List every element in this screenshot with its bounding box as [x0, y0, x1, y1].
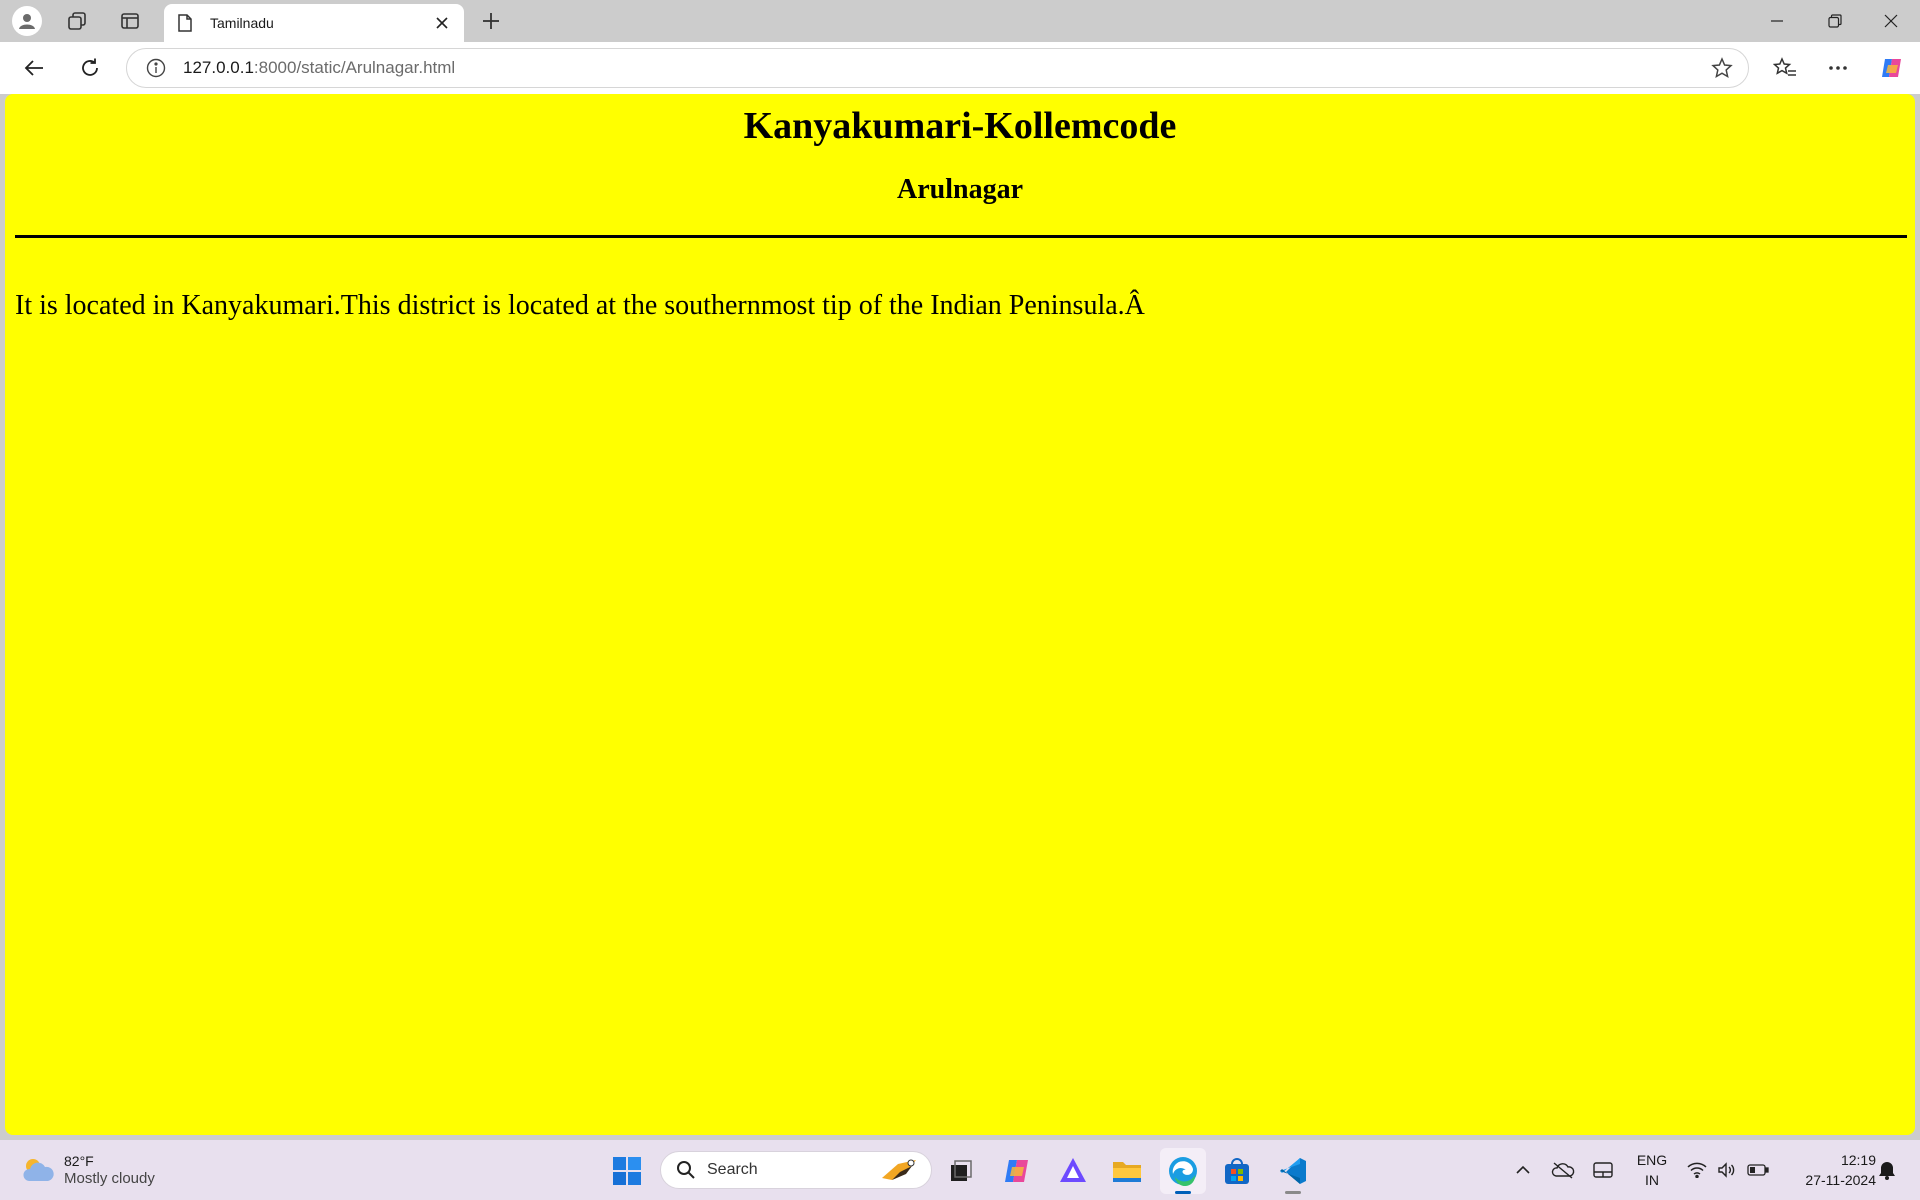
weather-condition: Mostly cloudy: [64, 1170, 155, 1187]
back-arrow-icon: [24, 60, 43, 76]
bell-icon: [1879, 1162, 1895, 1180]
search-highlight-icon: [877, 1155, 921, 1185]
proton-vpn-button[interactable]: [1050, 1148, 1096, 1194]
wifi-icon: [1687, 1162, 1707, 1178]
start-button[interactable]: [604, 1148, 650, 1194]
region-code: IN: [1645, 1172, 1659, 1188]
workspaces-icon: [68, 12, 86, 30]
notifications-button[interactable]: [1872, 1154, 1902, 1186]
show-hidden-icons-button[interactable]: [1508, 1154, 1538, 1186]
file-explorer-icon: [1113, 1162, 1141, 1182]
url-text[interactable]: 127.0.0.1:8000/static/Arulnagar.html: [183, 58, 1704, 78]
microsoft-store-icon: [1225, 1158, 1249, 1184]
copilot-icon: [1005, 1160, 1028, 1182]
minimize-icon: [1771, 20, 1783, 22]
volume-tray-button[interactable]: [1714, 1154, 1740, 1186]
minimize-button[interactable]: [1748, 0, 1806, 42]
site-info-icon[interactable]: [145, 57, 167, 79]
tab-strip: Tamilnadu: [0, 0, 1920, 42]
tab-title: Tamilnadu: [210, 15, 274, 31]
favorites-list-icon: [1773, 57, 1796, 76]
page-subheading: Arulnagar: [897, 174, 1023, 205]
back-button[interactable]: [14, 50, 54, 86]
refresh-button[interactable]: [70, 50, 110, 86]
running-indicator: [1175, 1191, 1191, 1194]
close-window-button[interactable]: [1862, 0, 1920, 42]
taskbar-search-box[interactable]: Search: [660, 1151, 932, 1189]
onedrive-tray-button[interactable]: [1548, 1154, 1578, 1186]
more-dots-icon: [1829, 66, 1847, 70]
tab-actions-icon: [121, 13, 139, 29]
tab-actions-button[interactable]: [111, 4, 149, 38]
copilot-app-button[interactable]: [994, 1148, 1040, 1194]
copilot-icon: [1882, 59, 1901, 77]
settings-and-more-button[interactable]: [1818, 50, 1858, 86]
clock[interactable]: 12:19 27-11-2024: [1780, 1150, 1876, 1190]
weather-widget[interactable]: 82°F Mostly cloudy: [20, 1148, 155, 1192]
browser-toolbar: 127.0.0.1:8000/static/Arulnagar.html: [0, 42, 1920, 94]
network-tray-button[interactable]: [1684, 1154, 1710, 1186]
input-language-indicator[interactable]: ENG IN: [1628, 1150, 1676, 1190]
page-viewport: Kanyakumari-Kollemcode Arulnagar It is l…: [5, 94, 1915, 1135]
edge-browser-button[interactable]: [1160, 1148, 1206, 1194]
restore-icon: [1828, 14, 1842, 28]
tab-tamilnadu[interactable]: Tamilnadu: [164, 4, 464, 42]
touchpad-icon: [1593, 1162, 1613, 1178]
windows-start-icon: [613, 1157, 641, 1185]
cloudy-weather-icon: [20, 1152, 56, 1188]
onedrive-offline-icon: [1551, 1162, 1575, 1179]
copilot-button[interactable]: [1872, 50, 1912, 86]
weather-temperature: 82°F: [64, 1153, 94, 1169]
task-view-button[interactable]: [938, 1148, 984, 1194]
profile-button[interactable]: [8, 4, 46, 38]
refresh-icon: [82, 58, 98, 76]
running-indicator: [1285, 1191, 1301, 1194]
battery-tray-button[interactable]: [1744, 1154, 1772, 1186]
vscode-button[interactable]: [1270, 1148, 1316, 1194]
favorite-star-icon[interactable]: [1704, 50, 1740, 86]
search-placeholder: Search: [707, 1161, 758, 1178]
url-host: 127.0.0.1: [183, 58, 254, 77]
page-document-icon: [176, 14, 194, 32]
clock-time: 12:19: [1840, 1152, 1876, 1168]
workspaces-button[interactable]: [58, 4, 96, 38]
chevron-up-icon: [1516, 1165, 1530, 1174]
profile-avatar-icon: [12, 6, 42, 36]
touchpad-tray-button[interactable]: [1588, 1154, 1618, 1186]
clock-date: 27-11-2024: [1805, 1172, 1876, 1188]
speaker-icon: [1718, 1162, 1735, 1178]
page-paragraph: It is located in Kanyakumari.This distri…: [15, 290, 1145, 321]
page-heading: Kanyakumari-Kollemcode: [743, 105, 1177, 147]
tab-close-icon[interactable]: [428, 9, 456, 37]
new-tab-button[interactable]: [472, 4, 510, 38]
restore-button[interactable]: [1806, 0, 1864, 42]
file-explorer-button[interactable]: [1104, 1148, 1150, 1194]
search-icon: [675, 1159, 697, 1181]
language-code: ENG: [1636, 1152, 1668, 1168]
microsoft-store-button[interactable]: [1214, 1148, 1260, 1194]
horizontal-rule: [15, 235, 1907, 238]
edge-icon: [1169, 1157, 1197, 1187]
taskbar: 82°F Mostly cloudy Search ENG IN 12:19 2…: [0, 1140, 1920, 1200]
favorites-button[interactable]: [1765, 50, 1805, 86]
plus-icon: [483, 13, 499, 29]
task-view-icon: [951, 1160, 972, 1181]
vscode-icon: [1280, 1158, 1306, 1184]
close-icon: [1884, 14, 1898, 28]
battery-icon: [1747, 1164, 1769, 1176]
proton-vpn-icon: [1060, 1158, 1086, 1182]
url-path: :8000/static/Arulnagar.html: [253, 58, 456, 77]
address-bar[interactable]: 127.0.0.1:8000/static/Arulnagar.html: [126, 48, 1749, 88]
